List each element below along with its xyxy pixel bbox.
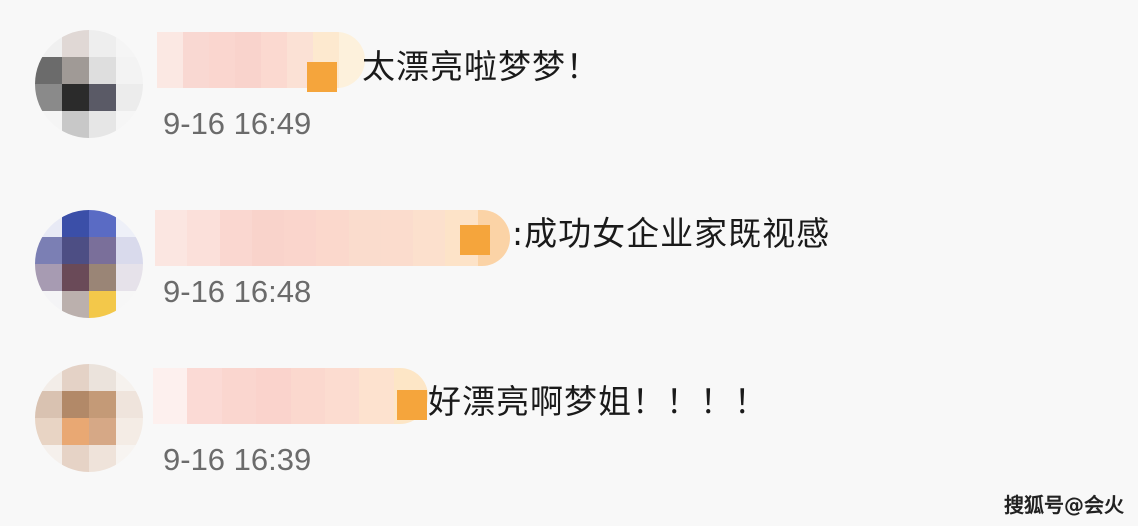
username-pixel <box>209 32 235 88</box>
avatar-pixel <box>62 391 89 418</box>
avatar-pixel <box>116 237 143 264</box>
avatar-pixel <box>62 30 89 57</box>
comment-timestamp: 9-16 16:39 <box>163 442 312 477</box>
avatar-pixel <box>89 111 116 138</box>
username-pixel <box>157 32 183 88</box>
avatar-pixel <box>35 418 62 445</box>
user-badge-icon <box>307 62 337 92</box>
user-badge-icon <box>460 225 490 255</box>
username-pixel <box>235 32 261 88</box>
avatar-pixel <box>89 84 116 111</box>
avatar-pixel <box>89 237 116 264</box>
username-pixel <box>359 368 394 424</box>
username-pixel <box>155 210 188 266</box>
avatar-pixel <box>89 364 116 391</box>
avatar-pixel <box>62 445 89 472</box>
avatar-pixel <box>89 391 116 418</box>
comment-item: 太漂亮啦梦梦！ 9-16 16:49 <box>0 0 1138 170</box>
avatar[interactable] <box>35 210 143 318</box>
avatar-pixel <box>116 30 143 57</box>
username-pixel <box>219 210 252 266</box>
avatar-pixel <box>89 57 116 84</box>
username-pixel <box>380 210 414 266</box>
username-pixel <box>221 368 257 424</box>
username-pixel <box>316 210 349 266</box>
username-pixel <box>256 368 291 424</box>
comment-item: :成功女企业家既视感 9-16 16:48 <box>0 170 1138 340</box>
username-pixel <box>284 210 317 266</box>
avatar-pixel <box>116 264 143 291</box>
avatar[interactable] <box>35 364 143 472</box>
avatar-pixel <box>62 291 89 318</box>
avatar-pixel <box>35 391 62 418</box>
username-pixel <box>413 210 446 266</box>
avatar-pixel <box>35 30 62 57</box>
comment-timestamp: 9-16 16:48 <box>163 274 312 309</box>
avatar-pixel <box>89 264 116 291</box>
avatar-pixel <box>62 264 89 291</box>
avatar[interactable] <box>35 30 143 138</box>
avatar-pixel <box>116 210 143 237</box>
avatar-pixel <box>62 237 89 264</box>
avatar-pixel <box>116 418 143 445</box>
user-badge-icon <box>397 390 427 420</box>
avatar-pixel <box>62 84 89 111</box>
username-pixel <box>324 368 360 424</box>
username-pixel <box>348 210 381 266</box>
avatar-pixel <box>62 111 89 138</box>
avatar-pixel <box>116 291 143 318</box>
avatar-pixel <box>116 84 143 111</box>
avatar-pixel <box>89 291 116 318</box>
avatar-pixel <box>35 364 62 391</box>
username-pixel <box>183 32 209 88</box>
username-pixelated[interactable] <box>153 368 428 424</box>
avatar-pixel <box>35 237 62 264</box>
avatar-pixel <box>116 364 143 391</box>
avatar-pixel <box>89 445 116 472</box>
comment-item: 好漂亮啊梦姐！！！！ 9-16 16:39 <box>0 340 1138 510</box>
username-pixelated[interactable] <box>155 210 510 266</box>
comment-text: 好漂亮啊梦姐！！！！ <box>428 382 768 421</box>
avatar-pixel <box>35 84 62 111</box>
avatar-pixel <box>116 445 143 472</box>
watermark: 搜狐号@会火 <box>1004 493 1124 517</box>
avatar-pixel <box>35 210 62 237</box>
avatar-pixel <box>35 445 62 472</box>
avatar-pixel <box>35 291 62 318</box>
avatar-pixel <box>89 30 116 57</box>
avatar-pixel <box>62 418 89 445</box>
avatar-pixel <box>89 210 116 237</box>
username-pixel <box>187 368 222 424</box>
comment-timestamp: 9-16 16:49 <box>163 106 312 141</box>
avatar-pixel <box>116 57 143 84</box>
avatar-pixel <box>35 264 62 291</box>
avatar-pixel <box>62 210 89 237</box>
avatar-pixel <box>116 111 143 138</box>
username-pixel <box>153 368 188 424</box>
avatar-pixel <box>62 57 89 84</box>
avatar-pixel <box>35 111 62 138</box>
comment-text: :成功女企业家既视感 <box>512 214 831 253</box>
username-pixel <box>251 210 285 266</box>
avatar-pixel <box>62 364 89 391</box>
username-pixel <box>290 368 325 424</box>
username-pixel <box>187 210 220 266</box>
avatar-pixel <box>35 57 62 84</box>
username-pixel <box>261 32 287 88</box>
avatar-pixel <box>116 391 143 418</box>
avatar-pixel <box>89 418 116 445</box>
comment-text: 太漂亮啦梦梦！ <box>362 47 600 86</box>
